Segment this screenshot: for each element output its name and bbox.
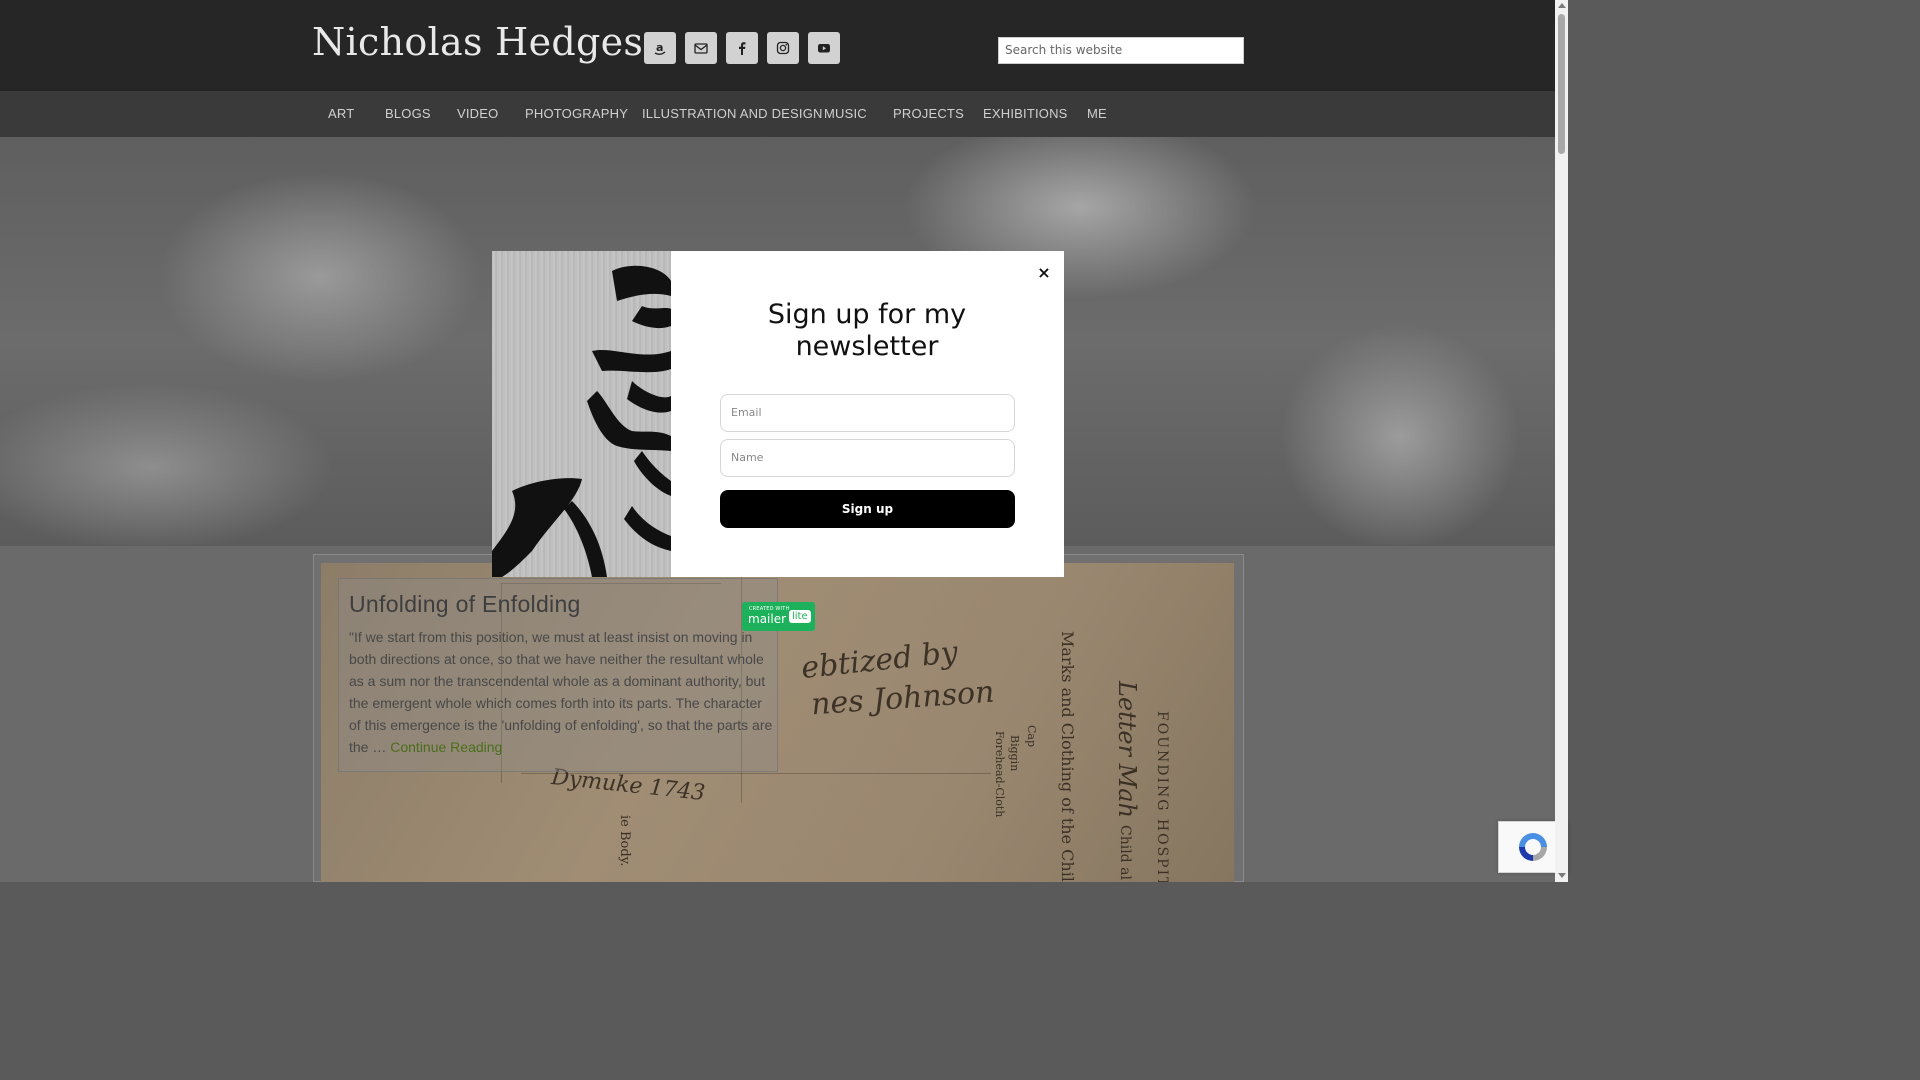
nav-item-exhibitions[interactable]: EXHIBITIONS xyxy=(983,106,1068,121)
svg-text:a: a xyxy=(656,41,663,54)
popup-heading: Sign up for my newsletter xyxy=(767,299,967,362)
amazon-icon[interactable]: a xyxy=(644,32,676,64)
nav-item-me[interactable]: ME xyxy=(1087,106,1107,121)
document-vertical-text: Biggin xyxy=(1008,735,1021,772)
document-vertical-text: Marks and Clothing of the Child xyxy=(1058,631,1077,882)
facebook-icon[interactable] xyxy=(726,32,758,64)
site-header: Nicholas Hedges a Search this website xyxy=(0,0,1555,91)
document-vertical-text: Child al xyxy=(1117,825,1133,880)
document-vertical-text: Letter Mah xyxy=(1113,681,1141,819)
page-scrollbar[interactable] xyxy=(1555,0,1568,882)
email-icon[interactable] xyxy=(685,32,717,64)
scroll-up-arrow-icon[interactable] xyxy=(1558,3,1566,8)
post-excerpt: "If we start from this position, we must… xyxy=(349,626,774,758)
nav-item-illustration-and-design[interactable]: ILLUSTRATION AND DESIGN xyxy=(642,106,823,121)
recaptcha-icon xyxy=(1519,833,1547,861)
popup-art-image xyxy=(492,251,671,577)
nav-item-blogs[interactable]: BLOGS xyxy=(385,106,431,121)
post-excerpt-text: "If we start from this position, we must… xyxy=(349,629,773,755)
document-vertical-text: ie Body. xyxy=(617,815,632,867)
nav-item-photography[interactable]: PHOTOGRAPHY xyxy=(525,106,628,121)
scroll-thumb[interactable] xyxy=(1558,14,1565,154)
youtube-icon[interactable] xyxy=(808,32,840,64)
nav-item-music[interactable]: MUSIC xyxy=(824,106,867,121)
document-vertical-text: FOUNDING HOSPITAL xyxy=(1154,711,1170,882)
name-field[interactable]: Name xyxy=(720,439,1015,477)
mailerlite-badge[interactable]: CREATED WITH mailer lite xyxy=(742,602,815,631)
search-input[interactable]: Search this website xyxy=(998,37,1244,64)
scroll-down-arrow-icon[interactable] xyxy=(1558,873,1566,878)
badge-lite-text: lite xyxy=(789,610,811,623)
nav-item-projects[interactable]: PROJECTS xyxy=(893,106,964,121)
email-field[interactable]: Email xyxy=(720,394,1015,432)
document-vertical-text: Forehead-Cloth xyxy=(993,731,1006,818)
newsletter-popup: × Sign up for my newsletter Email Name S… xyxy=(492,251,1064,577)
badge-brand-text: mailer xyxy=(748,612,787,626)
nav-item-video[interactable]: VIDEO xyxy=(457,106,498,121)
site-title[interactable]: Nicholas Hedges xyxy=(312,20,643,64)
post-title[interactable]: Unfolding of Enfolding xyxy=(349,591,581,618)
instagram-icon[interactable] xyxy=(767,32,799,64)
nav-item-art[interactable]: ART xyxy=(328,106,354,121)
main-nav: ART BLOGS VIDEO PHOTOGRAPHY ILLUSTRATION… xyxy=(0,91,1555,137)
continue-reading-link[interactable]: Continue Reading xyxy=(390,739,502,755)
close-icon[interactable]: × xyxy=(1034,263,1054,283)
document-vertical-text: Cap xyxy=(1025,725,1038,748)
signup-button[interactable]: Sign up xyxy=(720,490,1015,528)
